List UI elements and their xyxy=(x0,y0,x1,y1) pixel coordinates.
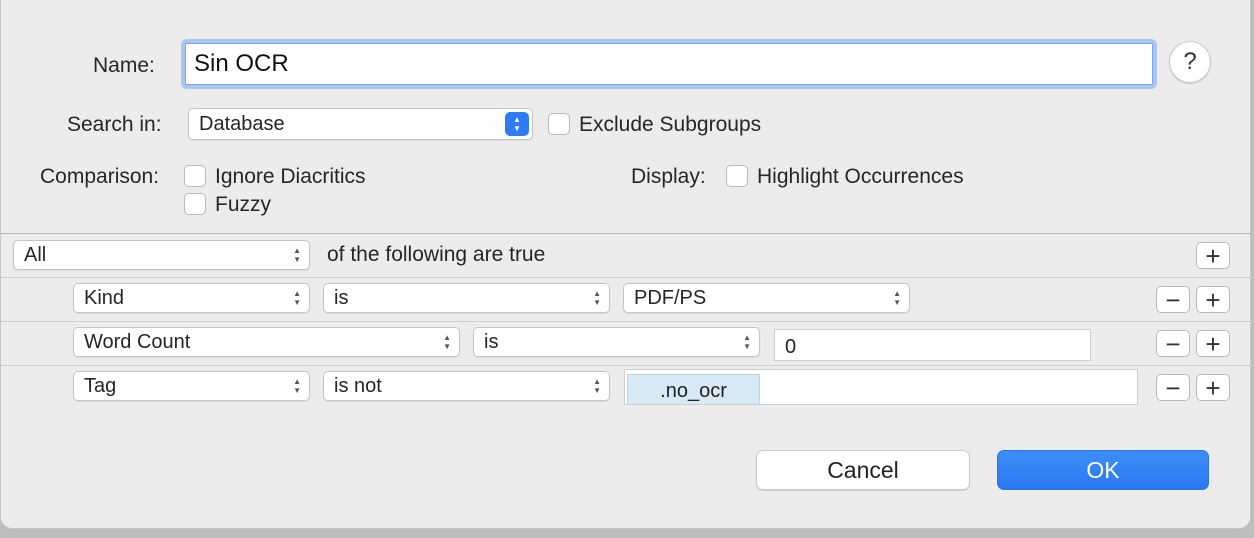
popup-chevron-icon: ▲ ▼ xyxy=(505,112,529,136)
add-rule-button[interactable]: + xyxy=(1196,242,1230,269)
add-rule-button[interactable]: + xyxy=(1196,330,1230,357)
exclude-subgroups-label: Exclude Subgroups xyxy=(579,113,762,136)
ignore-diacritics-label: Ignore Diacritics xyxy=(215,165,366,188)
rule-field-popup[interactable]: Tag ▲ ▼ xyxy=(73,371,310,401)
divider xyxy=(1,365,1252,366)
ignore-diacritics-checkbox[interactable] xyxy=(184,165,206,187)
remove-rule-button[interactable]: − xyxy=(1156,374,1190,401)
rule-operator-popup[interactable]: is ▲ ▼ xyxy=(473,327,760,357)
divider xyxy=(1,321,1252,322)
rule-operator-popup[interactable]: is not ▲ ▼ xyxy=(323,371,610,401)
popup-chevron-icon: ▲ ▼ xyxy=(743,333,751,351)
remove-rule-button[interactable]: − xyxy=(1156,330,1190,357)
highlight-occurrences-checkbox[interactable] xyxy=(726,165,748,187)
match-suffix-label: of the following are true xyxy=(327,243,546,266)
search-in-label: Search in: xyxy=(67,113,162,136)
name-field-focus-ring xyxy=(181,39,1157,89)
rule-field-value: Tag xyxy=(84,374,117,397)
popup-chevron-icon: ▲ ▼ xyxy=(893,289,901,307)
popup-chevron-icon: ▲ ▼ xyxy=(293,377,301,395)
tag-token-field[interactable]: .no_ocr xyxy=(624,369,1138,405)
exclude-subgroups-checkbox[interactable] xyxy=(548,113,570,135)
rule-value-popup[interactable]: PDF/PS ▲ ▼ xyxy=(623,283,910,313)
ok-button[interactable]: OK xyxy=(997,450,1209,490)
name-label: Name: xyxy=(93,54,155,77)
rule-operator-value: is not xyxy=(334,374,382,397)
match-value: All xyxy=(24,243,47,266)
smart-group-dialog: Name: ? Search in: Database ▲ ▼ Exclude … xyxy=(0,0,1252,529)
rule-operator-value: is xyxy=(484,330,499,353)
add-rule-button[interactable]: + xyxy=(1196,286,1230,313)
fuzzy-label: Fuzzy xyxy=(215,193,272,216)
fuzzy-checkbox[interactable] xyxy=(184,193,206,215)
display-label: Display: xyxy=(631,165,706,188)
rule-field-popup[interactable]: Kind ▲ ▼ xyxy=(73,283,310,313)
remove-rule-button[interactable]: − xyxy=(1156,286,1190,313)
rule-operator-popup[interactable]: is ▲ ▼ xyxy=(323,283,610,313)
popup-chevron-icon: ▲ ▼ xyxy=(293,289,301,307)
search-in-value: Database xyxy=(199,112,285,135)
tag-token[interactable]: .no_ocr xyxy=(627,374,760,404)
rule-value-value: PDF/PS xyxy=(634,286,707,309)
popup-chevron-icon: ▲ ▼ xyxy=(593,289,601,307)
highlight-occurrences-label: Highlight Occurrences xyxy=(757,165,964,188)
popup-chevron-icon: ▲ ▼ xyxy=(293,246,301,264)
divider xyxy=(1,277,1252,278)
rule-value-input[interactable]: 0 xyxy=(774,329,1091,361)
search-in-popup[interactable]: Database ▲ ▼ xyxy=(188,108,533,140)
popup-chevron-icon: ▲ ▼ xyxy=(443,333,451,351)
popup-chevron-icon: ▲ ▼ xyxy=(593,377,601,395)
rule-field-value: Word Count xyxy=(84,330,191,353)
comparison-label: Comparison: xyxy=(40,165,160,188)
name-input[interactable] xyxy=(185,43,1153,85)
rule-operator-value: is xyxy=(334,286,349,309)
match-all-popup[interactable]: All ▲ ▼ xyxy=(13,240,310,270)
add-rule-button[interactable]: + xyxy=(1196,374,1230,401)
rule-field-popup[interactable]: Word Count ▲ ▼ xyxy=(73,327,460,357)
rule-field-value: Kind xyxy=(84,286,125,309)
divider xyxy=(1,233,1252,234)
help-button[interactable]: ? xyxy=(1169,41,1211,83)
cancel-button[interactable]: Cancel xyxy=(756,450,970,490)
